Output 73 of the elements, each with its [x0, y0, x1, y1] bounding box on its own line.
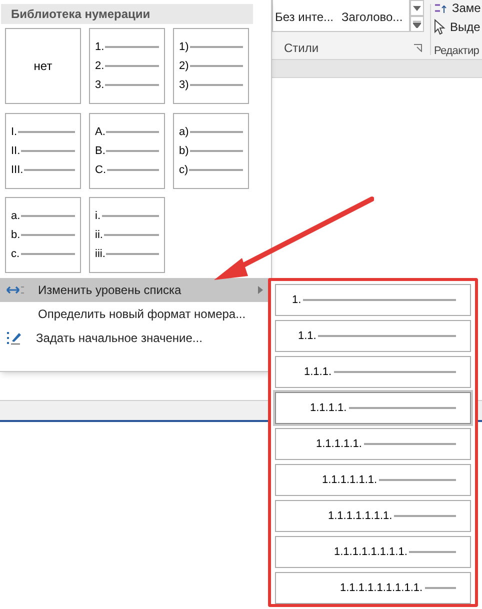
list-marker: III.	[11, 162, 24, 177]
list-marker: 2.	[95, 59, 104, 73]
dialog-launcher-icon[interactable]	[414, 44, 422, 52]
list-level-option[interactable]: 1.1.1.1.1.1.1.1.1.	[275, 572, 471, 604]
list-marker: 2)	[179, 59, 189, 73]
numbering-none-tile[interactable]: нет	[5, 28, 81, 104]
list-marker: 1)	[179, 40, 189, 54]
text-line	[21, 234, 75, 236]
text-line	[105, 84, 159, 86]
list-marker: i.	[95, 209, 100, 224]
list-marker: 1.	[95, 40, 104, 54]
scroll-down-icon[interactable]	[410, 0, 424, 16]
list-marker: c)	[179, 162, 188, 177]
text-line	[189, 168, 243, 171]
list-marker: 3.	[95, 78, 104, 92]
numbering-format-tile[interactable]: I. II. III.	[5, 112, 81, 189]
numbering-format-tile[interactable]: 1. 2. 3.	[89, 28, 165, 104]
text-line	[106, 150, 159, 152]
text-line	[102, 215, 159, 218]
numbered-pencil-icon	[6, 330, 22, 346]
list-level-option[interactable]: 1.1.1.1.	[275, 392, 471, 424]
indent-arrows-icon	[6, 285, 24, 295]
list-marker: 3)	[179, 78, 189, 92]
numbering-format-tile[interactable]: i. ii. iii.	[89, 197, 165, 274]
list-level-option[interactable]: 1.1.1.1.1.1.1.	[275, 500, 471, 532]
text-line	[21, 215, 75, 218]
text-line	[18, 130, 75, 133]
numbering-format-tile[interactable]: a) b) c)	[173, 112, 249, 189]
group-label: Редактир	[434, 44, 480, 59]
text-line	[21, 150, 75, 152]
text-line	[106, 253, 159, 256]
text-line	[106, 130, 159, 133]
numbering-format-tile[interactable]: 1) 2) 3)	[173, 28, 249, 104]
list-marker: a.	[11, 209, 20, 224]
list-marker: iii.	[95, 247, 106, 262]
list-marker: A.	[95, 124, 106, 139]
list-level-option[interactable]: 1.1.1.	[275, 356, 471, 388]
numbering-format-tile[interactable]: a. b. c.	[5, 197, 81, 274]
text-line	[104, 234, 159, 236]
list-marker: C.	[95, 162, 106, 177]
cursor-icon	[434, 19, 446, 35]
list-marker: b.	[11, 228, 20, 242]
list-marker: II.	[11, 144, 20, 158]
menu-item[interactable]: Изменить уровень списка	[0, 278, 271, 302]
list-marker: B.	[95, 144, 106, 158]
list-marker: a)	[179, 124, 189, 139]
style-item[interactable]: Без инте...	[275, 8, 334, 26]
text-line	[105, 46, 159, 48]
text-line	[190, 84, 243, 86]
more-styles-icon[interactable]	[410, 16, 424, 32]
text-line	[20, 253, 75, 256]
text-line	[190, 65, 243, 67]
list-marker: c.	[11, 247, 20, 262]
list-level-option[interactable]: 1.1.1.1.1.	[275, 428, 471, 460]
list-marker: b)	[179, 144, 189, 158]
editing-command[interactable]: Выде	[450, 18, 480, 36]
list-marker: ii.	[95, 228, 103, 242]
editing-command[interactable]: Заме	[452, 0, 481, 17]
list-level-option[interactable]: 1.1.	[275, 320, 471, 352]
list-marker: I.	[11, 124, 18, 139]
text-line	[105, 65, 159, 67]
list-level-option[interactable]: 1.1.1.1.1.1.1.1.	[275, 536, 471, 568]
text-line	[107, 168, 159, 171]
list-level-option[interactable]: 1.1.1.1.1.1.	[275, 464, 471, 496]
text-line	[190, 46, 243, 48]
text-line	[190, 150, 243, 152]
text-line	[24, 168, 75, 171]
text-line	[190, 130, 243, 133]
style-item[interactable]: Заголово...	[342, 8, 403, 26]
section-header: Библиотека нумерации	[1, 4, 253, 24]
numbering-format-tile[interactable]: A. B. C.	[89, 112, 165, 189]
group-label: Стили	[284, 40, 319, 57]
list-level-option[interactable]: 1.	[275, 284, 471, 316]
